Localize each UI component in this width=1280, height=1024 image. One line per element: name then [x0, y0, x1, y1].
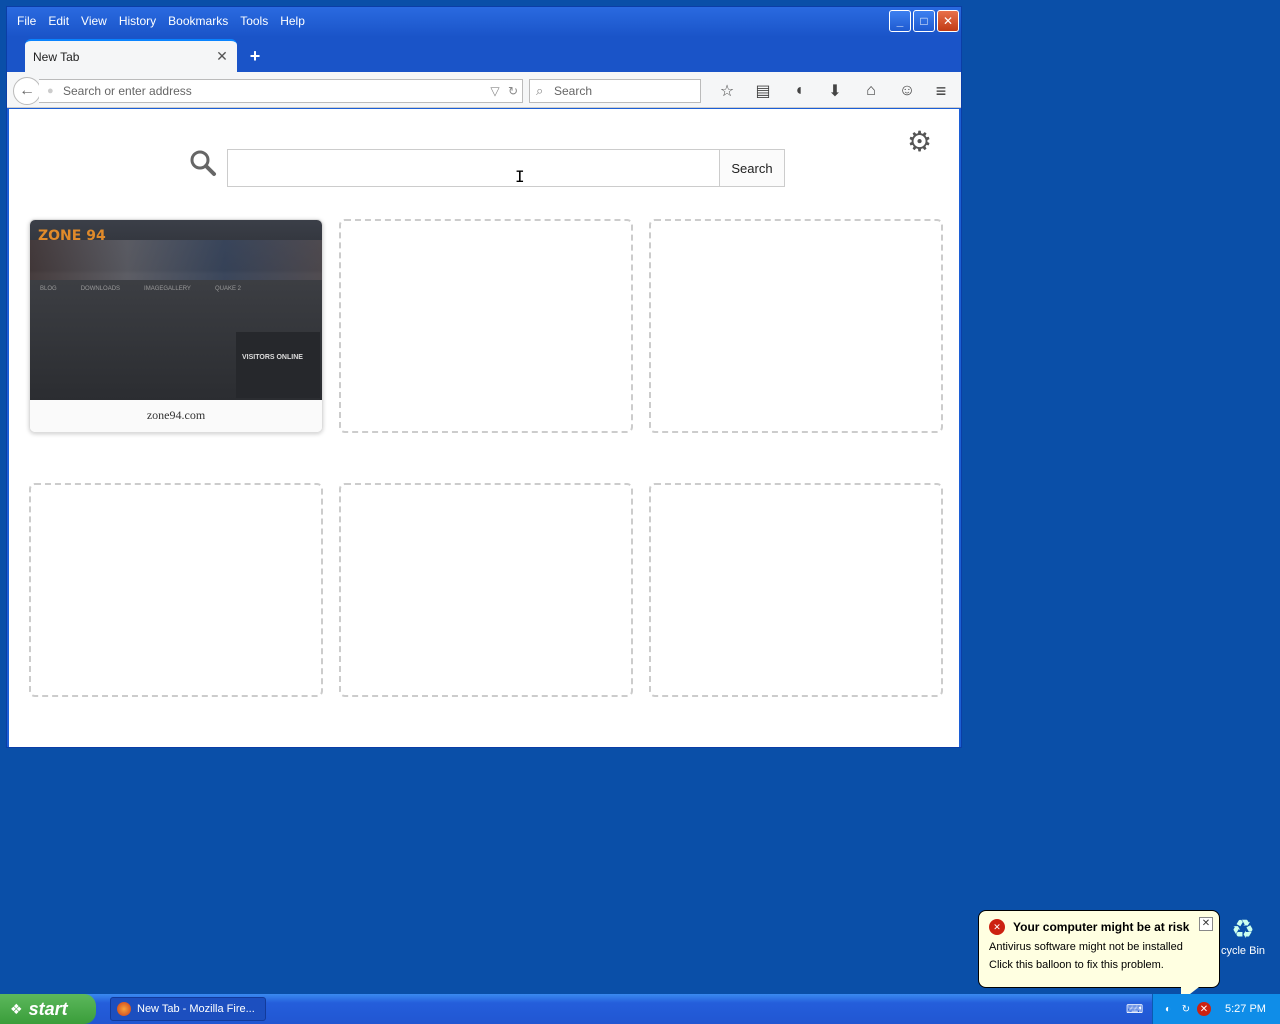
menu-file[interactable]: File [11, 11, 42, 33]
thumbnail-nav-item: QUAKE 2 [214, 286, 241, 292]
tile-thumbnail: ZONE 94 BLOG DOWNLOADS IMAGEGALLERY QUAK… [30, 220, 322, 400]
balloon-message: Antivirus software might not be installe… [989, 941, 1183, 953]
bookmark-star-icon[interactable]: ☆ [709, 79, 745, 103]
thumbnail-logo: ZONE 94 [38, 228, 106, 244]
menu-bar: File Edit View History Bookmarks Tools H… [11, 11, 311, 33]
balloon-title-text: Your computer might be at risk [1013, 920, 1190, 934]
page-search-input[interactable] [228, 150, 719, 186]
tile-empty [339, 483, 633, 697]
toolbar-icons: ☆ ▤ ◖ ⬇ ⌂ ☺ [709, 79, 925, 103]
update-icon[interactable]: ↻ [1179, 1002, 1193, 1016]
balloon-title: ✕ Your computer might be at risk [989, 919, 1209, 935]
tab-label: New Tab [33, 49, 80, 64]
balloon-close-icon[interactable]: ✕ [1199, 917, 1213, 931]
recycle-bin[interactable]: ♻ cycle Bin [1218, 914, 1268, 957]
back-button[interactable]: ← [13, 77, 41, 105]
tab-strip: New Tab ✕ + [7, 37, 961, 72]
title-bar[interactable]: File Edit View History Bookmarks Tools H… [7, 7, 961, 37]
site-identity-icon: ● [47, 85, 54, 97]
firefox-window: File Edit View History Bookmarks Tools H… [6, 6, 962, 748]
minimize-button[interactable]: _ [889, 10, 911, 32]
search-bar[interactable]: ⌕ [529, 79, 701, 103]
taskbar-item-label: New Tab - Mozilla Fire... [137, 1003, 255, 1015]
history-dropdown-icon[interactable]: ▽ [486, 84, 504, 98]
url-input[interactable] [63, 84, 486, 98]
taskbar-item-firefox[interactable]: New Tab - Mozilla Fire... [110, 997, 266, 1021]
menu-view[interactable]: View [75, 11, 113, 33]
keyboard-icon[interactable]: ⌨ [1126, 1002, 1143, 1016]
thumbnail-banner [30, 240, 322, 280]
security-balloon[interactable]: ✕ Your computer might be at risk ✕ Antiv… [978, 910, 1220, 1001]
search-icon: ⌕ [536, 83, 544, 98]
start-label: start [28, 998, 68, 1019]
taskbar: ❖ start New Tab - Mozilla Fire... ⌨ ◐ ↻ … [0, 994, 1280, 1024]
page-search-button[interactable]: Search [719, 149, 785, 187]
tab-close-icon[interactable]: ✕ [215, 48, 229, 65]
maximize-button[interactable]: □ [913, 10, 935, 32]
tab-new-tab[interactable]: New Tab ✕ [25, 39, 237, 72]
thumbnail-sidebar [236, 332, 320, 398]
window-controls: _ □ ✕ [889, 10, 959, 32]
tile-empty [339, 219, 633, 433]
tile-zone94[interactable]: ZONE 94 BLOG DOWNLOADS IMAGEGALLERY QUAK… [29, 219, 323, 433]
network-icon[interactable]: ◐ [1161, 1002, 1175, 1016]
new-tab-page: ⚙ Search I ZONE 94 BLOG DOWNLOADS IMAGEG… [9, 109, 959, 747]
search-icon [189, 149, 217, 184]
security-alert-icon[interactable]: ✕ [1197, 1002, 1211, 1016]
tile-empty [649, 219, 943, 433]
thumbnail-nav: BLOG DOWNLOADS IMAGEGALLERY QUAKE 2 [40, 286, 241, 292]
menu-tools[interactable]: Tools [234, 11, 274, 33]
start-button[interactable]: ❖ start [0, 994, 96, 1024]
windows-flag-icon: ❖ [10, 1000, 23, 1017]
home-icon[interactable]: ⌂ [853, 79, 889, 103]
new-tab-button[interactable]: + [245, 46, 265, 67]
pocket-icon[interactable]: ◖ [781, 79, 817, 103]
text-cursor-icon: I [515, 167, 525, 186]
url-bar[interactable]: ● ▽ ↻ [39, 79, 523, 103]
tile-empty [29, 483, 323, 697]
balloon-action: Click this balloon to fix this problem. [989, 959, 1164, 971]
hamburger-menu-icon[interactable]: ≡ [929, 79, 953, 103]
menu-help[interactable]: Help [274, 11, 311, 33]
recycle-bin-icon: ♻ [1231, 914, 1255, 944]
system-tray: ◐ ↻ ✕ 5:27 PM [1152, 994, 1280, 1024]
close-button[interactable]: ✕ [937, 10, 959, 32]
navigation-toolbar: ← ● ▽ ↻ ⌕ ☆ ▤ ◖ ⬇ ⌂ ☺ ≡ [7, 72, 961, 108]
reading-list-icon[interactable]: ▤ [745, 79, 781, 103]
menu-edit[interactable]: Edit [42, 11, 75, 33]
gear-icon[interactable]: ⚙ [907, 125, 932, 158]
menu-bookmarks[interactable]: Bookmarks [162, 11, 234, 33]
tile-label: zone94.com [30, 400, 322, 432]
clock[interactable]: 5:27 PM [1225, 1003, 1266, 1015]
thumbnail-nav-item: DOWNLOADS [80, 286, 121, 292]
thumbnail-visitors: VISITORS ONLINE [242, 354, 303, 361]
firefox-icon [117, 1002, 131, 1016]
download-icon[interactable]: ⬇ [817, 79, 853, 103]
chat-icon[interactable]: ☺ [889, 79, 925, 103]
search-input[interactable] [554, 84, 700, 98]
reload-icon[interactable]: ↻ [504, 84, 522, 98]
thumbnail-nav-item: IMAGEGALLERY [144, 286, 191, 292]
magnifier-icon [190, 150, 216, 176]
recycle-bin-label: cycle Bin [1220, 945, 1266, 957]
menu-history[interactable]: History [113, 11, 162, 33]
tile-empty [649, 483, 943, 697]
thumbnail-nav-item: BLOG [40, 286, 57, 292]
page-search-field[interactable] [227, 149, 719, 187]
shield-icon: ✕ [989, 919, 1005, 935]
